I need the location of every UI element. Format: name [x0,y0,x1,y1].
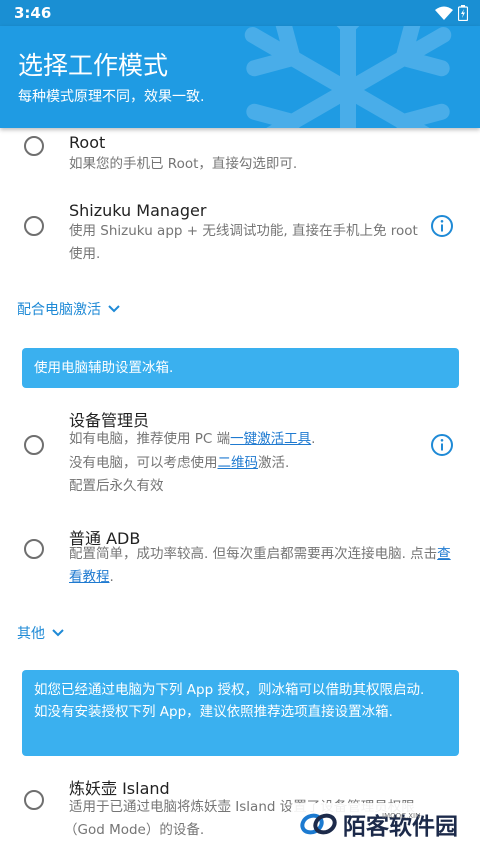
root-desc: 如果您的手机已 Root，直接勾选即可. [69,156,298,172]
mode-list: Root 如果您的手机已 Root，直接勾选即可. Shizuku Manage… [0,128,480,853]
device-admin-line3: 配置后永久有效 [69,478,164,494]
page-subtitle: 每种模式原理不同，效果一致. [18,89,205,105]
status-icons [435,5,468,21]
tip-pc: 使用电脑辅助设置冰箱. [22,348,459,388]
activate-tool-link[interactable]: 一键激活工具 [230,431,311,447]
tip-other: 如您已经通过电脑为下列 App 授权，则冰箱可以借助其权限启动. 如没有安装授权… [22,670,459,756]
chevron-down-icon [52,629,64,637]
status-bar: 3:46 [0,0,480,26]
section-other-label: 其他 [17,626,45,642]
device-admin-line1: 如有电脑，推荐使用 PC 端一键激活工具. [69,431,316,447]
info-icon[interactable] [430,214,454,238]
wifi-icon [435,6,453,20]
qrcode-link[interactable]: 二维码 [218,455,259,471]
app-header: 选择工作模式 每种模式原理不同，效果一致. [0,26,480,128]
status-time: 3:46 [14,4,52,22]
section-pc-label: 配合电脑激活 [17,302,101,318]
tip-other-line1: 如您已经通过电脑为下列 App 授权，则冰箱可以借助其权限启动. [34,682,425,698]
section-other-toggle[interactable]: 其他 [17,623,65,643]
section-pc-toggle[interactable]: 配合电脑激活 [17,299,121,319]
shizuku-desc: 使用 Shizuku app + 无线调试功能, 直接在手机上免 root 使用… [69,223,418,262]
device-admin-line2: 没有电脑，可以考虑使用二维码激活. [69,455,290,471]
tip-other-line2: 如没有安装授权下列 App，建议依照推荐选项直接设置冰箱. [34,704,393,720]
watermark-logo: 陌客软件园 [291,803,466,845]
root-radio[interactable] [24,136,44,156]
watermark-subtext: IMOOC.XIN [382,812,421,820]
adb-desc: 配置简单，成功率较高. 但每次重启都需要再次连接电脑. 点击查看教程. [69,546,451,585]
chevron-down-icon [108,305,120,313]
root-title: Root [69,133,106,152]
shizuku-title: Shizuku Manager [69,201,207,220]
device-admin-radio[interactable] [24,435,44,455]
island-radio[interactable] [24,790,44,810]
page-title: 选择工作模式 [18,51,169,80]
adb-radio[interactable] [24,539,44,559]
snowflake-icon [244,26,452,128]
battery-icon [458,5,468,21]
logo-icon [300,813,337,835]
info-icon[interactable] [430,433,454,457]
shizuku-radio[interactable] [24,216,44,236]
